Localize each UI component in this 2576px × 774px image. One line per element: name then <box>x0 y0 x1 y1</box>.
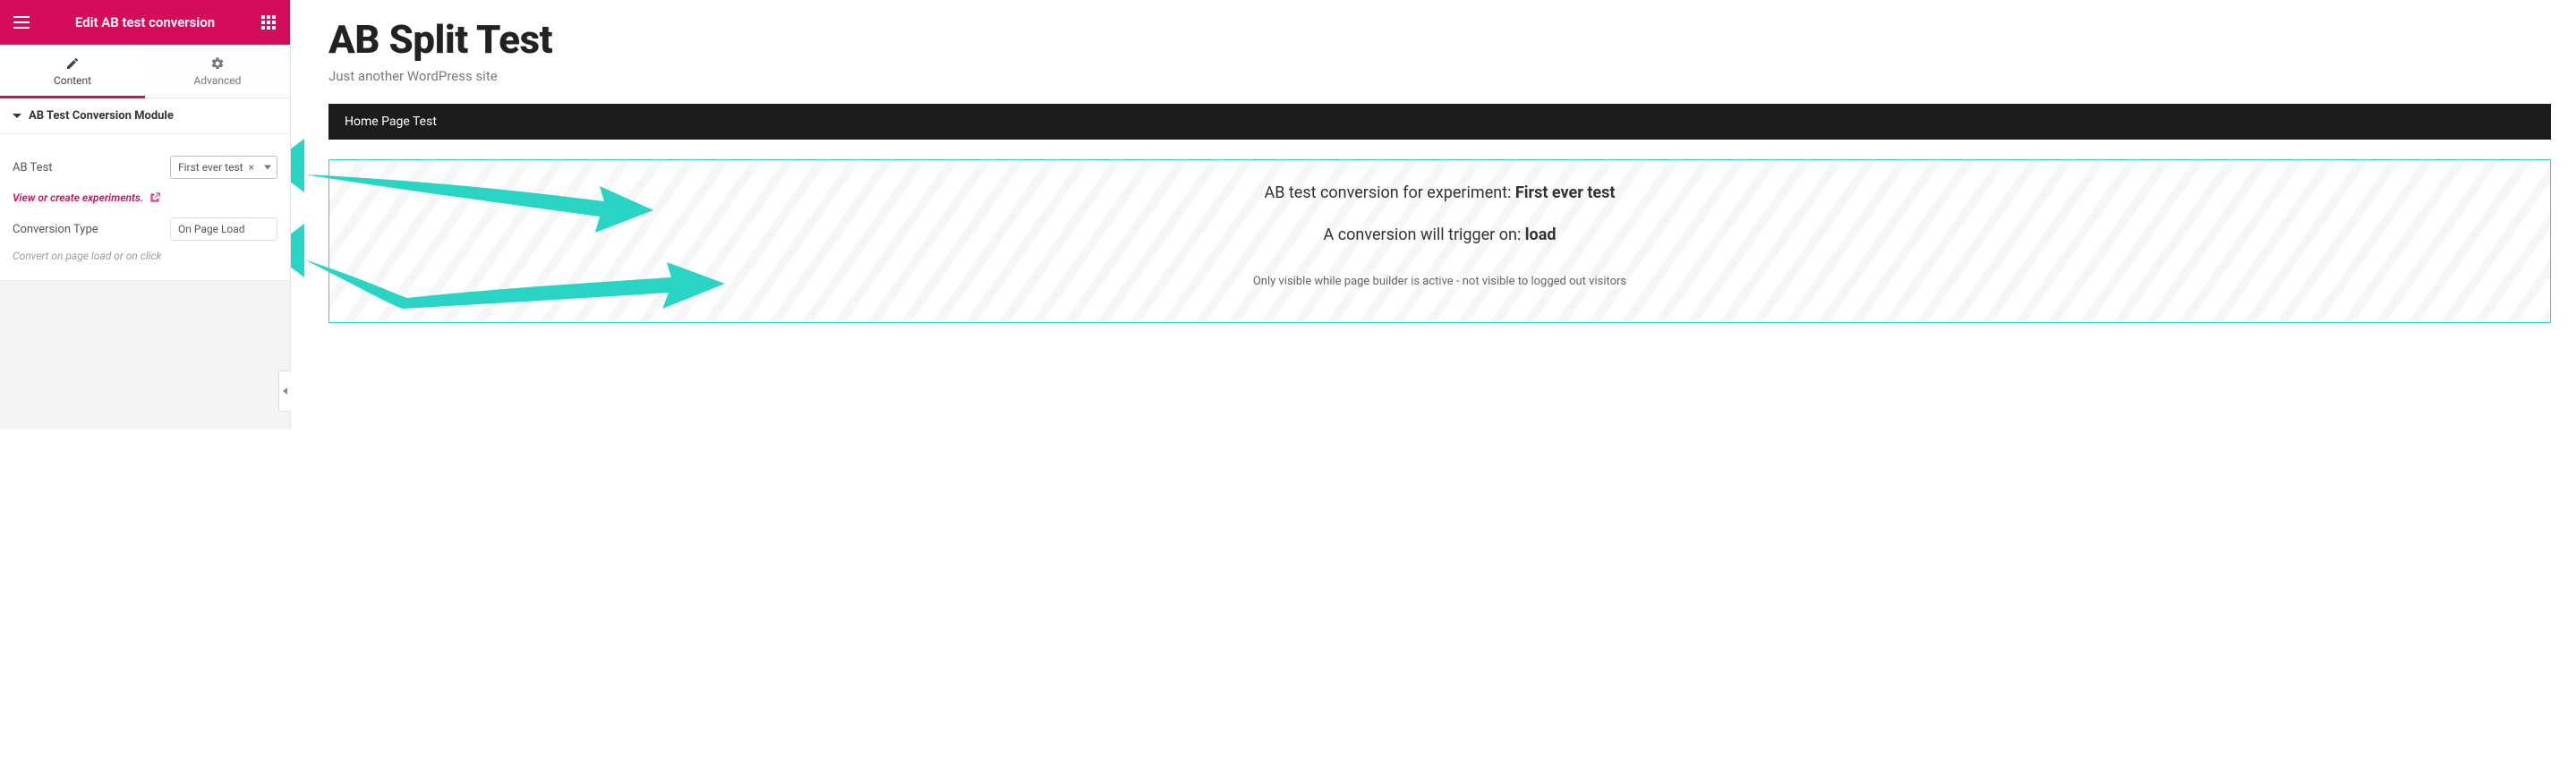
sidebar-title: Edit AB test conversion <box>32 14 258 30</box>
view-experiments-text: View or create experiments. <box>13 191 143 204</box>
tab-content[interactable]: Content <box>0 45 145 98</box>
tab-advanced-label: Advanced <box>194 74 242 87</box>
pencil-icon <box>65 56 80 71</box>
preview-pane: AB Split Test Just another WordPress sit… <box>291 0 2576 430</box>
view-experiments-link[interactable]: View or create experiments. <box>13 191 161 204</box>
apps-button[interactable] <box>258 12 279 33</box>
section-title: AB Test Conversion Module <box>29 109 174 123</box>
tab-content-label: Content <box>54 74 91 87</box>
sidebar-empty <box>0 280 290 430</box>
site-navbar: Home Page Test <box>328 104 2551 140</box>
nav-item-home-page-test[interactable]: Home Page Test <box>345 115 437 129</box>
collapse-sidebar-button[interactable] <box>278 370 291 412</box>
conversion-type-label: Conversion Type <box>13 223 170 236</box>
menu-button[interactable] <box>11 12 32 33</box>
field-ab-test: AB Test First ever test × <box>13 156 277 179</box>
caret-down-icon <box>13 114 21 118</box>
sidebar-header: Edit AB test conversion <box>0 0 290 45</box>
sidebar-tabs: Content Advanced <box>0 45 290 98</box>
clear-icon[interactable]: × <box>249 161 254 174</box>
section-toggle[interactable]: AB Test Conversion Module <box>0 98 290 134</box>
conversion-visibility-note: Only visible while page builder is activ… <box>349 275 2530 288</box>
site-tagline: Just another WordPress site <box>328 68 2551 84</box>
external-link-icon <box>149 191 161 204</box>
tab-advanced[interactable]: Advanced <box>145 45 290 98</box>
grid-icon <box>261 15 276 30</box>
conversion-type-value: On Page Load <box>178 223 245 235</box>
editor-sidebar: Edit AB test conversion Content Advanced… <box>0 0 291 430</box>
conversion-trigger-line: A conversion will trigger on: load <box>349 225 2530 244</box>
chevron-down-icon <box>264 166 271 170</box>
conversion-preview-box[interactable]: AB test conversion for experiment: First… <box>328 159 2551 323</box>
ab-test-label: AB Test <box>13 161 170 174</box>
conversion-experiment-line: AB test conversion for experiment: First… <box>349 183 2530 202</box>
ab-test-select[interactable]: First ever test × <box>170 156 277 179</box>
site-title: AB Split Test <box>328 16 2551 63</box>
hamburger-icon <box>13 16 30 29</box>
conversion-type-select[interactable]: On Page Load <box>170 217 277 241</box>
conversion-type-help: Convert on page load or on click <box>13 250 277 262</box>
field-conversion-type: Conversion Type On Page Load <box>13 217 277 241</box>
ab-test-value: First ever test <box>178 161 243 174</box>
gear-icon <box>210 56 225 71</box>
section-body: AB Test First ever test × View or create… <box>0 134 290 280</box>
